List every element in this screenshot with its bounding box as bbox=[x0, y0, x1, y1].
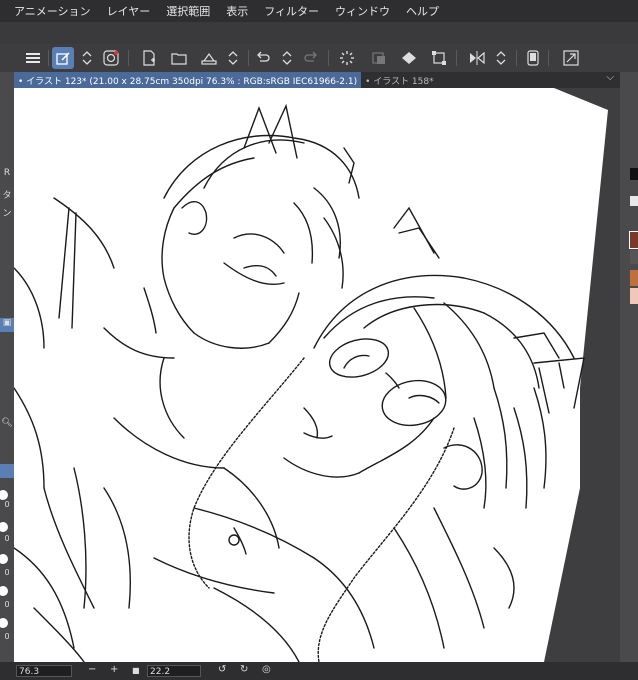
flip-icon[interactable] bbox=[466, 47, 488, 69]
menu-filter[interactable]: フィルター bbox=[256, 3, 327, 19]
loading-icon[interactable] bbox=[336, 47, 358, 69]
left-label: R bbox=[3, 168, 11, 178]
clear-icon[interactable] bbox=[368, 47, 390, 69]
layer-opacity: 0 bbox=[4, 568, 10, 577]
menu-layer[interactable]: レイヤー bbox=[99, 3, 159, 19]
layer-opacity: 0 bbox=[4, 632, 10, 641]
layer-opacity: 0 bbox=[4, 600, 10, 609]
tab-illust-158[interactable]: • イラスト 158* bbox=[361, 72, 438, 88]
menu-selection[interactable]: 選択範囲 bbox=[158, 3, 218, 19]
separator bbox=[328, 50, 329, 66]
right-panel-edge bbox=[620, 72, 638, 662]
expand-icon[interactable] bbox=[560, 47, 582, 69]
updown-icon[interactable] bbox=[76, 47, 98, 69]
zoom-input[interactable]: 76.3 bbox=[16, 665, 72, 677]
redo-icon[interactable] bbox=[300, 47, 322, 69]
layer-dot bbox=[0, 554, 8, 564]
layer-opacity: 0 bbox=[4, 534, 10, 543]
left-label: ン bbox=[2, 209, 12, 219]
save-icon[interactable] bbox=[198, 47, 220, 69]
color-swatch-gray[interactable] bbox=[630, 250, 638, 264]
spiral-icon[interactable] bbox=[100, 47, 122, 69]
layer-dot bbox=[0, 586, 8, 596]
color-swatch-brown[interactable] bbox=[629, 231, 638, 249]
zoom-in-button[interactable]: + bbox=[110, 664, 118, 675]
device-icon[interactable] bbox=[522, 47, 544, 69]
undo-icon[interactable] bbox=[252, 47, 274, 69]
layer-dot bbox=[0, 618, 8, 628]
tab-illust-123[interactable]: • イラスト 123* (21.00 x 28.75cm 350dpi 76.3… bbox=[14, 72, 362, 88]
fill-icon[interactable] bbox=[398, 47, 420, 69]
color-swatch-orange[interactable] bbox=[630, 270, 638, 286]
canvas-area[interactable] bbox=[14, 88, 620, 662]
separator bbox=[548, 50, 549, 66]
layer-opacity: 0 bbox=[4, 500, 10, 509]
separator bbox=[48, 50, 49, 66]
magnify-icon[interactable]: 🔍︎ bbox=[0, 418, 14, 428]
color-swatch-white[interactable] bbox=[630, 196, 638, 206]
open-folder-icon[interactable] bbox=[168, 47, 190, 69]
sketch-canvas[interactable] bbox=[14, 88, 620, 662]
updown-icon[interactable] bbox=[222, 47, 244, 69]
new-file-icon[interactable] bbox=[138, 47, 160, 69]
updown-icon[interactable] bbox=[490, 47, 512, 69]
updown-icon[interactable] bbox=[276, 47, 298, 69]
menu-window[interactable]: ウィンドウ bbox=[327, 3, 398, 19]
angle-input[interactable]: 22.2 bbox=[147, 665, 201, 677]
left-label: タ bbox=[2, 191, 12, 201]
status-bar: 76.3 − + ■ 22.2 ↺ ↻ ◎ bbox=[0, 662, 638, 680]
separator bbox=[128, 50, 129, 66]
separator bbox=[248, 50, 249, 66]
menu-animation[interactable]: アニメーション bbox=[6, 3, 99, 19]
document-tab-bar: • イラスト 123* (21.00 x 28.75cm 350dpi 76.3… bbox=[14, 72, 620, 88]
color-swatch-black[interactable] bbox=[630, 168, 638, 180]
angle-reset-icon[interactable]: ■ bbox=[132, 666, 140, 675]
menu-icon[interactable] bbox=[22, 47, 44, 69]
command-bar bbox=[0, 44, 638, 73]
reset-rotation-icon[interactable]: ◎ bbox=[262, 664, 271, 675]
zoom-out-button[interactable]: − bbox=[88, 664, 96, 675]
edit-icon[interactable] bbox=[52, 47, 74, 69]
layer-dot bbox=[0, 522, 8, 532]
rotate-left-icon[interactable]: ↺ bbox=[218, 664, 226, 675]
separator bbox=[456, 50, 457, 66]
separator bbox=[516, 50, 517, 66]
rotate-right-icon[interactable]: ↻ bbox=[240, 664, 248, 675]
left-panel-edge: R タ ン ▣ 🔍︎ 0 0 0 0 0 bbox=[0, 72, 14, 662]
menu-bar: アニメーション レイヤー 選択範囲 表示 フィルター ウィンドウ ヘルプ bbox=[0, 0, 638, 22]
chevron-down-icon[interactable]: ⌵ bbox=[606, 72, 614, 83]
layer-dot bbox=[0, 490, 8, 500]
lock-icon[interactable]: ▣ bbox=[0, 318, 14, 332]
color-swatch-peach[interactable] bbox=[630, 288, 638, 304]
layer-toggle[interactable] bbox=[0, 464, 14, 478]
menu-view[interactable]: 表示 bbox=[218, 3, 256, 19]
menu-help[interactable]: ヘルプ bbox=[398, 3, 447, 19]
transform-icon[interactable] bbox=[428, 47, 450, 69]
